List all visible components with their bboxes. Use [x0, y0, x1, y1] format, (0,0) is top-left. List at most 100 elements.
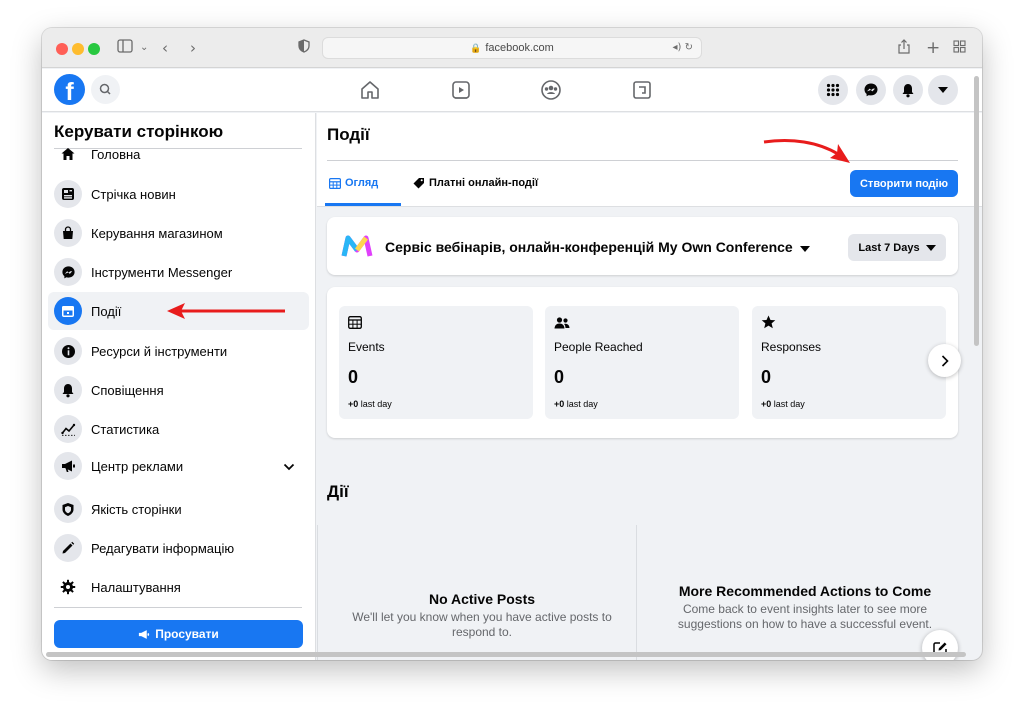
page-logo[interactable] [341, 230, 373, 262]
search-button[interactable] [91, 75, 120, 104]
sidebar-item-ad-center[interactable]: Центр реклами [48, 447, 309, 485]
stat-delta: +0 last day [761, 399, 805, 409]
sidebar-item-resources[interactable]: Ресурси й інструменти [48, 332, 309, 370]
home-nav-icon[interactable] [358, 78, 384, 102]
bell-icon [54, 376, 82, 404]
calendar-icon [54, 297, 82, 325]
groups-nav-icon[interactable] [539, 78, 565, 102]
home-icon [54, 148, 82, 168]
stat-value: 0 [348, 367, 359, 387]
sidebar-title: Керувати сторінкою [54, 122, 224, 141]
vertical-scrollbar[interactable] [974, 76, 979, 346]
url-text: facebook.com [485, 42, 554, 54]
stat-value: 0 [554, 367, 565, 387]
facebook-logo[interactable]: f [54, 74, 85, 105]
forward-icon[interactable]: › [190, 39, 196, 57]
megaphone-icon [54, 452, 82, 480]
page-title: Події [327, 125, 370, 144]
news-feed-icon [54, 180, 82, 208]
sidebar-item-statistics[interactable]: Статистика [48, 410, 309, 448]
promote-button[interactable]: Просувати [54, 620, 303, 648]
close-window-button[interactable] [56, 43, 68, 55]
facebook-top-nav: f [42, 69, 982, 112]
sidebar-item-label: Події [91, 303, 122, 319]
sidebar-item-edit-info[interactable]: Редагувати інформацію [48, 529, 309, 567]
sidebar-item-page-quality[interactable]: Якість сторінки [48, 490, 309, 528]
column-divider [317, 525, 318, 660]
messenger-icon [864, 83, 878, 97]
back-icon[interactable]: ‹ [162, 39, 168, 57]
sidebar-item-label: Сповіщення [91, 382, 164, 398]
menu-grid-button[interactable] [818, 75, 848, 105]
stats-card: Events 0 +0 last day People Reached 0 +0… [327, 287, 961, 438]
sidebar-item-label: Редагувати інформацію [91, 540, 235, 556]
date-range-label: Last 7 Days [858, 241, 920, 254]
horizontal-scrollbar[interactable] [46, 652, 966, 657]
sidebar-divider [54, 607, 302, 608]
stat-events: Events 0 +0 last day [339, 306, 533, 419]
browser-toolbar: ⌄ ‹ › 🔒 facebook.com ◂) ↻ + [42, 28, 982, 68]
info-icon [54, 337, 82, 365]
messenger-icon [54, 258, 82, 286]
pencil-icon [54, 534, 82, 562]
new-tab-icon[interactable]: + [926, 39, 940, 57]
sidebar-item-home[interactable]: Головна [48, 148, 309, 170]
page-name-text: Сервіс вебінарів, онлайн-конференцій My … [385, 239, 793, 255]
notifications-button[interactable] [893, 75, 923, 105]
stat-label: Events [348, 340, 385, 354]
sidebar-item-label: Інструменти Messenger [91, 264, 233, 280]
column-divider [636, 525, 637, 660]
sidebar-toggle-icon[interactable] [117, 39, 133, 57]
shield-icon [54, 495, 82, 523]
messenger-button[interactable] [856, 75, 886, 105]
stat-label: People Reached [554, 340, 643, 354]
tab-label: Платні онлайн-події [429, 177, 539, 189]
calendar-grid-icon [348, 316, 362, 329]
audio-reload-icons[interactable]: ◂) ↻ [673, 42, 693, 53]
sidebar-item-label: Ресурси й інструменти [91, 343, 228, 359]
zoom-window-button[interactable] [88, 43, 100, 55]
annotation-arrow-create [763, 139, 850, 163]
grid-icon [826, 83, 840, 97]
promote-label: Просувати [155, 627, 219, 641]
tab-overview-icon[interactable] [953, 39, 966, 57]
megaphone-icon [139, 629, 150, 639]
stat-delta: +0 last day [554, 399, 598, 409]
sidebar-item-messenger-tools[interactable]: Інструменти Messenger [48, 253, 309, 291]
minimize-window-button[interactable] [72, 43, 84, 55]
gaming-nav-icon[interactable] [630, 78, 656, 102]
sidebar-item-notifications[interactable]: Сповіщення [48, 371, 309, 409]
bell-icon [902, 83, 914, 97]
sidebar-item-label: Центр реклами [91, 458, 184, 474]
share-icon[interactable] [898, 39, 910, 58]
create-event-button[interactable]: Створити подію [850, 170, 958, 197]
privacy-shield-icon[interactable] [298, 39, 310, 57]
sidebar-item-label: Статистика [91, 421, 160, 437]
address-bar[interactable]: 🔒 facebook.com ◂) ↻ [322, 37, 702, 59]
watch-nav-icon[interactable] [449, 78, 475, 102]
no-posts-text: We'll let you know when you have active … [352, 610, 612, 639]
sidebar-item-shop[interactable]: Керування магазином [48, 214, 309, 252]
account-menu-button[interactable] [928, 75, 958, 105]
header-divider [327, 160, 958, 161]
sidebar-item-settings[interactable]: Налаштування [48, 568, 309, 606]
page-selector-card: Сервіс вебінарів, онлайн-конференцій My … [327, 217, 958, 275]
stat-people-reached: People Reached 0 +0 last day [545, 306, 739, 419]
chart-line-icon [54, 415, 82, 443]
manage-page-sidebar: Керувати сторінкою Головна Стрічка новин… [42, 113, 316, 660]
actions-section-title: Дії [327, 482, 349, 501]
date-range-dropdown[interactable]: Last 7 Days [848, 234, 946, 261]
sidebar-item-news-feed[interactable]: Стрічка новин [48, 175, 309, 213]
star-icon [761, 315, 776, 329]
stat-value: 0 [761, 367, 772, 387]
tag-icon [413, 178, 424, 189]
sidebar-item-label: Налаштування [91, 579, 181, 595]
no-posts-title: No Active Posts [428, 591, 536, 607]
page-name-dropdown[interactable]: Сервіс вебінарів, онлайн-конференцій My … [385, 239, 810, 255]
tab-paid-online-events[interactable]: Платні онлайн-події [413, 177, 538, 189]
stats-next-button[interactable] [928, 344, 961, 377]
tab-overview[interactable]: Огляд [329, 177, 378, 189]
chevron-down-icon[interactable]: ⌄ [140, 39, 148, 57]
recommended-text: Come back to event insights later to see… [677, 602, 933, 631]
chevron-down-icon[interactable] [283, 458, 295, 476]
